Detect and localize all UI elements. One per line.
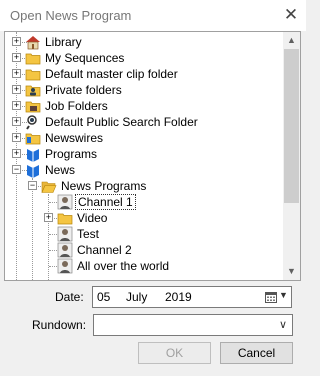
newswires-icon [25,133,41,145]
scroll-down-icon[interactable]: ▼ [283,263,300,280]
program-icon [57,242,73,258]
tree-item-label: All over the world [77,259,170,273]
close-icon[interactable]: ✕ [276,0,306,31]
private-folders-icon [25,85,41,97]
tree-item-label: Channel 2 [77,243,132,257]
tree-item[interactable]: + Default Public Search Folder [5,114,283,130]
cancel-button[interactable]: Cancel [220,342,293,364]
tree-item-label: Channel 1 [75,194,136,210]
ok-button[interactable]: OK [138,342,211,364]
open-folder-icon [41,181,57,193]
program-icon [57,194,73,210]
expand-icon[interactable]: + [44,213,53,222]
folder-icon [25,69,41,81]
rundown-select[interactable]: ∨ [93,314,293,336]
tree-scrollbar[interactable]: ▲ ▼ [283,32,300,280]
programs-icon [27,149,39,162]
tree-item[interactable]: + My Sequences [5,50,283,66]
chevron-down-icon[interactable]: ∨ [279,318,287,331]
calendar-icon[interactable] [265,291,277,303]
chevron-down-icon[interactable]: ▼ [279,290,288,300]
collapse-icon[interactable]: − [12,165,21,174]
tree-item[interactable]: Channel 1 [5,194,283,210]
expand-icon[interactable]: + [12,69,21,78]
tree-item[interactable]: − News Programs [5,178,283,194]
expand-icon[interactable]: + [12,37,21,46]
expand-icon[interactable]: + [12,85,21,94]
expand-icon[interactable]: + [12,117,21,126]
tree-item[interactable]: − News [5,162,283,178]
tree-item-label: Video [77,211,108,225]
tree-item-label: News [45,163,76,177]
program-icon [57,258,73,274]
tree-item-label: Test [77,227,100,241]
tree-item[interactable]: + Newswires [5,130,283,146]
tree-item-label: Default master clip folder [45,67,178,81]
tree-item[interactable]: + Job Folders [5,98,283,114]
collapse-icon[interactable]: − [28,181,37,190]
folder-tree[interactable]: + Library + My Sequences + Default master cli… [4,31,301,281]
date-month[interactable]: July [126,290,147,304]
tree-item-label: Programs [45,147,98,161]
date-day[interactable]: 05 [97,290,110,304]
tree-item-label: News Programs [61,179,147,193]
tree-item[interactable]: + Programs [5,146,283,162]
news-icon [27,165,39,178]
rundown-label: Rundown: [32,318,87,332]
search-folder-icon [26,115,37,130]
date-label: Date: [55,290,84,304]
job-folder-icon [25,101,41,113]
tree-item[interactable]: + Default master clip folder [5,66,283,82]
program-icon [57,226,73,242]
tree-item[interactable]: Channel 2 [5,242,283,258]
tree-item-label: Newswires [45,131,104,145]
tree-item-label: Private folders [45,83,122,97]
tree-item[interactable]: + Library [5,34,283,50]
tree-item-label: Library [45,35,82,49]
date-picker[interactable]: 05 July 2019 ▼ [92,286,292,308]
window-title: Open News Program [10,8,132,23]
expand-icon[interactable]: + [12,149,21,158]
expand-icon[interactable]: + [12,101,21,110]
tree-item[interactable]: + Private folders [5,82,283,98]
folder-icon [25,53,41,65]
scroll-up-icon[interactable]: ▲ [283,32,300,49]
tree-item-label: Job Folders [45,99,108,113]
tree-item-label: Default Public Search Folder [45,115,198,129]
tree-item[interactable]: + Video [5,210,283,226]
tree-item-label: My Sequences [45,51,125,65]
tree-item[interactable]: All over the world [5,258,283,274]
date-year[interactable]: 2019 [165,290,192,304]
expand-icon[interactable]: + [12,133,21,142]
library-icon [26,36,40,50]
folder-icon [57,213,73,225]
title-bar: Open News Program ✕ [0,0,306,31]
tree-item[interactable]: Test [5,226,283,242]
expand-icon[interactable]: + [12,53,21,62]
scroll-thumb[interactable] [284,49,299,203]
